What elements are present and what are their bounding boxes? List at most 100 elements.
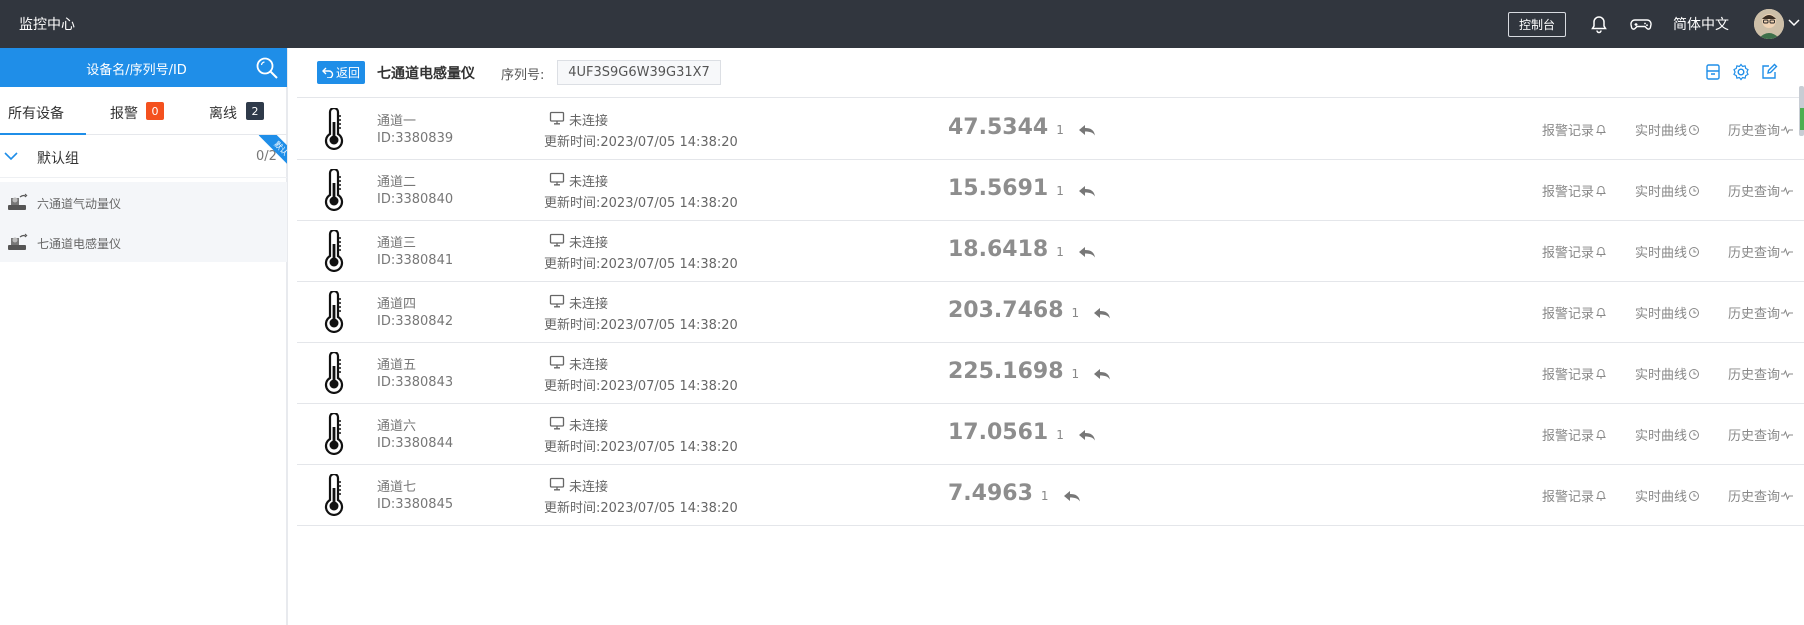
realtime-curve-link[interactable]: 实时曲线 — [1635, 120, 1700, 139]
realtime-curve-link[interactable]: 实时曲线 — [1635, 181, 1700, 200]
bell-icon — [1596, 246, 1606, 256]
pulse-icon — [1781, 491, 1794, 500]
alarm-record-link[interactable]: 报警记录 — [1542, 242, 1607, 261]
offline-count-badge: 2 — [246, 102, 264, 120]
tab-all-devices[interactable]: 所有设备 — [8, 103, 64, 123]
alarm-record-link[interactable]: 报警记录 — [1542, 303, 1607, 322]
realtime-curve-link[interactable]: 实时曲线 — [1635, 486, 1700, 505]
history-query-label[interactable]: 历史查询 — [1728, 120, 1780, 139]
bell-icon — [1596, 429, 1606, 439]
thermometer-icon — [324, 108, 344, 150]
reply-arrow-icon[interactable] — [1078, 124, 1096, 136]
table-row: 通道五 ID:3380843 未连接 更新时间:2023/07/05 14:38… — [297, 343, 1804, 404]
serial-number-field: 4UF3S9G6W39G31X7 — [557, 60, 721, 85]
gear-icon[interactable] — [1732, 63, 1750, 81]
gamepad-icon[interactable] — [1630, 14, 1652, 34]
reading-unit: 1 — [1071, 367, 1080, 381]
bell-icon[interactable] — [1589, 14, 1609, 34]
reading: 15.5691 1 — [948, 176, 1096, 201]
gauge-device-icon — [6, 191, 30, 213]
tab-alarm[interactable]: 报警 — [110, 103, 138, 123]
realtime-curve-label[interactable]: 实时曲线 — [1635, 120, 1687, 139]
language-selector[interactable]: 简体中文 — [1673, 14, 1729, 34]
history-query-label[interactable]: 历史查询 — [1728, 303, 1780, 322]
avatar[interactable] — [1754, 9, 1784, 39]
history-query-link[interactable]: 历史查询 — [1728, 242, 1794, 261]
alarm-record-label[interactable]: 报警记录 — [1542, 425, 1594, 444]
brand-title: 监控中心 — [19, 17, 75, 33]
update-time: 更新时间:2023/07/05 14:38:20 — [544, 135, 738, 150]
history-query-label[interactable]: 历史查询 — [1728, 425, 1780, 444]
chevron-down-icon[interactable] — [4, 150, 18, 162]
archive-icon[interactable] — [1704, 63, 1722, 81]
clock-icon — [1689, 429, 1700, 440]
reply-arrow-icon[interactable] — [1093, 307, 1111, 319]
alarm-record-label[interactable]: 报警记录 — [1542, 181, 1594, 200]
alarm-record-label[interactable]: 报警记录 — [1542, 486, 1594, 505]
thermometer-icon — [324, 169, 344, 211]
top-bar: 监控中心 控制台 简体中文 — [0, 0, 1804, 48]
reading-value: 203.7468 — [948, 298, 1064, 323]
history-query-label[interactable]: 历史查询 — [1728, 364, 1780, 383]
device-name[interactable]: 六通道气动量仪 — [37, 195, 121, 212]
alarm-record-link[interactable]: 报警记录 — [1542, 486, 1607, 505]
history-query-link[interactable]: 历史查询 — [1728, 364, 1794, 383]
history-query-link[interactable]: 历史查询 — [1728, 181, 1794, 200]
group-default[interactable]: 默认组 0/2 — [0, 135, 287, 178]
reading: 18.6418 1 — [948, 237, 1096, 262]
realtime-curve-label[interactable]: 实时曲线 — [1635, 486, 1687, 505]
thermometer-icon — [324, 413, 344, 455]
realtime-curve-label[interactable]: 实时曲线 — [1635, 303, 1687, 322]
list-item[interactable]: 六通道气动量仪 — [0, 182, 287, 222]
reply-arrow-icon[interactable] — [1078, 429, 1096, 441]
history-query-label[interactable]: 历史查询 — [1728, 242, 1780, 261]
alarm-record-link[interactable]: 报警记录 — [1542, 181, 1607, 200]
connection-status: 未连接 — [569, 358, 609, 373]
history-query-link[interactable]: 历史查询 — [1728, 303, 1794, 322]
search-icon[interactable] — [255, 56, 279, 80]
realtime-curve-label[interactable]: 实时曲线 — [1635, 425, 1687, 444]
history-query-label[interactable]: 历史查询 — [1728, 486, 1780, 505]
history-query-link[interactable]: 历史查询 — [1728, 120, 1794, 139]
history-query-link[interactable]: 历史查询 — [1728, 486, 1794, 505]
chevron-down-icon[interactable] — [1788, 18, 1800, 28]
device-search-bar[interactable]: 设备名/序列号/ID — [0, 48, 287, 87]
realtime-curve-label[interactable]: 实时曲线 — [1635, 181, 1687, 200]
console-button[interactable]: 控制台 — [1508, 12, 1566, 37]
alarm-record-link[interactable]: 报警记录 — [1542, 364, 1607, 383]
list-item[interactable]: 七通道电感量仪 — [0, 222, 287, 262]
pulse-icon — [1781, 125, 1794, 134]
history-query-label[interactable]: 历史查询 — [1728, 181, 1780, 200]
realtime-curve-link[interactable]: 实时曲线 — [1635, 303, 1700, 322]
bell-icon — [1596, 490, 1606, 500]
update-time: 更新时间:2023/07/05 14:38:20 — [544, 440, 738, 455]
reply-arrow-icon[interactable] — [1093, 368, 1111, 380]
realtime-curve-link[interactable]: 实时曲线 — [1635, 425, 1700, 444]
reply-arrow-icon[interactable] — [1063, 490, 1081, 502]
back-button[interactable]: 返回 — [317, 61, 365, 84]
alarm-record-label[interactable]: 报警记录 — [1542, 242, 1594, 261]
alarm-record-label[interactable]: 报警记录 — [1542, 364, 1594, 383]
realtime-curve-label[interactable]: 实时曲线 — [1635, 364, 1687, 383]
reply-arrow-icon[interactable] — [1078, 246, 1096, 258]
thermometer-icon — [324, 474, 344, 516]
alarm-record-label[interactable]: 报警记录 — [1542, 120, 1594, 139]
reading: 203.7468 1 — [948, 298, 1111, 323]
search-placeholder[interactable]: 设备名/序列号/ID — [0, 59, 273, 78]
reading-value: 47.5344 — [948, 115, 1049, 140]
edit-icon[interactable] — [1760, 63, 1778, 81]
device-name[interactable]: 七通道电感量仪 — [37, 235, 121, 252]
serial-label: 序列号: — [501, 68, 545, 83]
bell-icon — [1596, 124, 1606, 134]
tab-offline[interactable]: 离线 — [209, 103, 237, 123]
back-label[interactable]: 返回 — [336, 64, 360, 81]
reply-arrow-icon[interactable] — [1078, 185, 1096, 197]
alarm-record-link[interactable]: 报警记录 — [1542, 120, 1607, 139]
realtime-curve-link[interactable]: 实时曲线 — [1635, 364, 1700, 383]
alarm-record-label[interactable]: 报警记录 — [1542, 303, 1594, 322]
bell-icon — [1596, 307, 1606, 317]
realtime-curve-link[interactable]: 实时曲线 — [1635, 242, 1700, 261]
history-query-link[interactable]: 历史查询 — [1728, 425, 1794, 444]
alarm-record-link[interactable]: 报警记录 — [1542, 425, 1607, 444]
realtime-curve-label[interactable]: 实时曲线 — [1635, 242, 1687, 261]
